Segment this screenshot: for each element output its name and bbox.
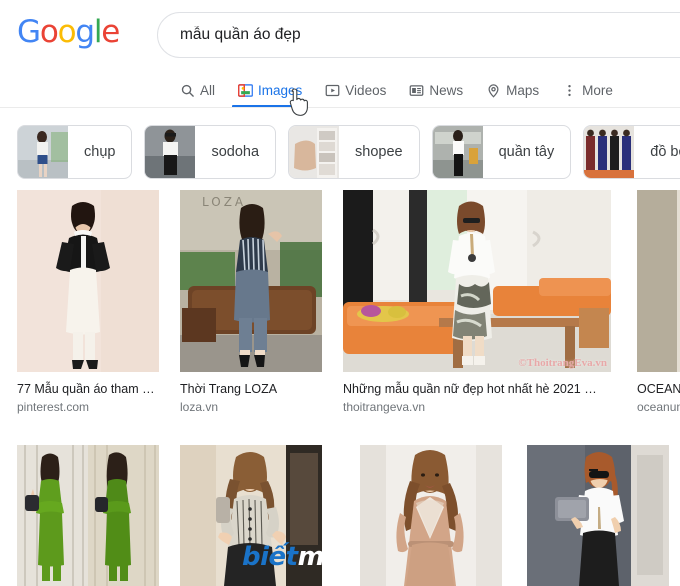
chip-chup[interactable]: chụp <box>17 125 133 179</box>
logo-letter-g: g <box>75 14 95 50</box>
result-title: Những mẫu quần nữ đẹp hot nhất hè 2021 … <box>343 382 597 396</box>
image-results-grid[interactable]: 77 Mẫu quần áo tham … pinterest.com LOZA <box>0 190 680 586</box>
result-thumbnail[interactable] <box>637 190 680 372</box>
chip-label: đồ bộ <box>650 144 680 160</box>
result-thumbnail[interactable]: ©ThoitrangEva.vn <box>343 190 611 372</box>
google-logo[interactable]: Google <box>17 14 120 50</box>
chips-track: chụp sodoha shopee quần tây đồ b <box>17 125 680 179</box>
result-tile[interactable]: 77 Mẫu quần áo tham … pinterest.com <box>17 190 159 415</box>
header-divider <box>0 107 680 108</box>
result-thumbnail[interactable] <box>17 445 159 586</box>
tab-images[interactable]: Images <box>226 74 313 108</box>
chip-label: quần tây <box>498 144 555 160</box>
chip-thumbnail <box>432 126 483 178</box>
chip-thumbnail <box>289 126 340 178</box>
logo-letter-o2: o <box>57 14 77 50</box>
chip-shopee[interactable]: shopee <box>288 125 420 179</box>
result-tile[interactable] <box>17 445 159 586</box>
chip-thumbnail <box>18 126 68 178</box>
logo-letter-o1: o <box>39 14 59 50</box>
result-tile[interactable]: ©ThoitrangEva.vn Những mẫu quần nữ đẹp h… <box>343 190 611 415</box>
video-icon <box>324 82 340 98</box>
logo-letter-G: G <box>17 14 41 50</box>
result-source: thoitrangeva.vn <box>343 400 426 414</box>
result-tile[interactable]: OCEAN U oceanuni <box>637 190 680 415</box>
map-pin-icon <box>485 82 501 98</box>
search-input[interactable] <box>158 14 680 56</box>
result-tile[interactable]: biếtmáytính <box>180 445 322 586</box>
result-thumbnail[interactable] <box>360 445 502 586</box>
result-source: loza.vn <box>180 400 219 414</box>
related-searches-chips[interactable]: chụp sodoha shopee quần tây đồ b <box>0 121 680 187</box>
chip-label: sodoha <box>211 144 260 160</box>
news-icon <box>408 82 424 98</box>
search-box[interactable] <box>157 12 680 58</box>
tab-news-label: News <box>429 82 464 98</box>
chip-label: shopee <box>355 144 403 160</box>
chip-thumbnail <box>145 126 196 178</box>
chip-do-bo[interactable]: đồ bộ <box>583 125 680 179</box>
tab-images-label: Images <box>258 82 303 98</box>
chip-label: chụp <box>84 144 116 160</box>
chip-quan-tay[interactable]: quần tây <box>431 125 572 179</box>
tab-videos[interactable]: Videos <box>313 74 397 106</box>
image-icon <box>237 82 253 98</box>
tab-videos-label: Videos <box>345 82 387 98</box>
result-thumbnail[interactable]: LOZA <box>180 190 322 372</box>
tab-maps-label: Maps <box>506 82 540 98</box>
tab-more[interactable]: More <box>550 74 624 106</box>
tab-maps[interactable]: Maps <box>474 74 550 106</box>
result-thumbnail[interactable] <box>527 445 669 586</box>
result-tile[interactable] <box>360 445 502 586</box>
svg-text:LOZA: LOZA <box>202 195 246 209</box>
result-title: 77 Mẫu quần áo tham … <box>17 382 155 396</box>
result-source: pinterest.com <box>17 400 90 414</box>
result-tile[interactable]: LOZA Thời Trang LOZA loza.vn <box>180 190 322 415</box>
tab-more-label: More <box>582 82 613 98</box>
chip-sodoha[interactable]: sodoha <box>144 125 277 179</box>
result-thumbnail[interactable] <box>17 190 159 372</box>
search-icon <box>179 82 195 98</box>
result-tile[interactable] <box>527 445 669 586</box>
tab-news[interactable]: News <box>397 74 474 106</box>
tab-all-label: All <box>200 82 216 98</box>
result-source: oceanuni <box>637 400 680 414</box>
result-title: OCEAN U <box>637 382 680 396</box>
more-dots-icon <box>561 82 577 98</box>
chip-thumbnail <box>584 126 635 178</box>
page-header: Google All Images <box>0 0 680 116</box>
search-type-tabs: All Images Videos News Maps More <box>0 74 680 108</box>
result-thumbnail[interactable]: biếtmáytính <box>180 445 322 586</box>
logo-letter-e: e <box>101 14 120 50</box>
tab-all[interactable]: All <box>168 74 226 106</box>
result-title: Thời Trang LOZA <box>180 382 278 396</box>
